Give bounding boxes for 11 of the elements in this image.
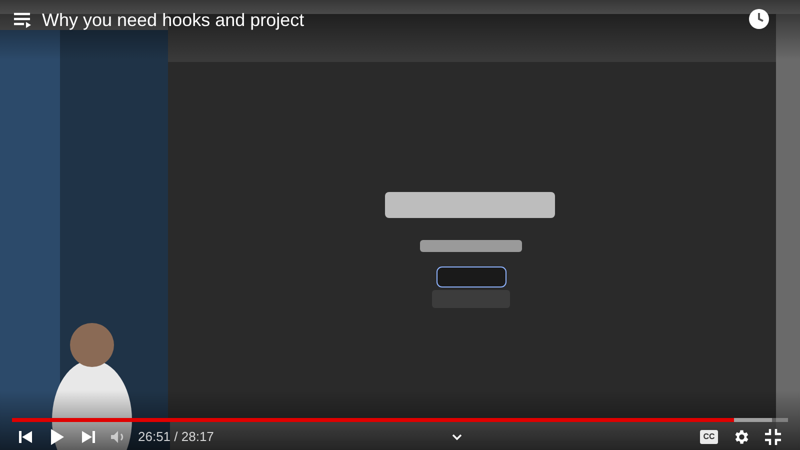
playlist-icon[interactable] bbox=[12, 10, 32, 30]
exit-fullscreen-icon[interactable] bbox=[764, 428, 782, 446]
clock-icon[interactable] bbox=[748, 8, 770, 30]
chevron-down-icon[interactable] bbox=[450, 432, 463, 442]
video-title: Why you need hooks and project bbox=[42, 9, 304, 32]
previous-icon[interactable] bbox=[18, 429, 34, 445]
volume-icon[interactable] bbox=[110, 429, 126, 445]
play-icon[interactable] bbox=[48, 428, 66, 446]
time-display: 26:51 / 28:17 bbox=[138, 428, 214, 446]
next-icon[interactable] bbox=[80, 429, 96, 445]
captions-button[interactable]: CC bbox=[700, 430, 718, 444]
